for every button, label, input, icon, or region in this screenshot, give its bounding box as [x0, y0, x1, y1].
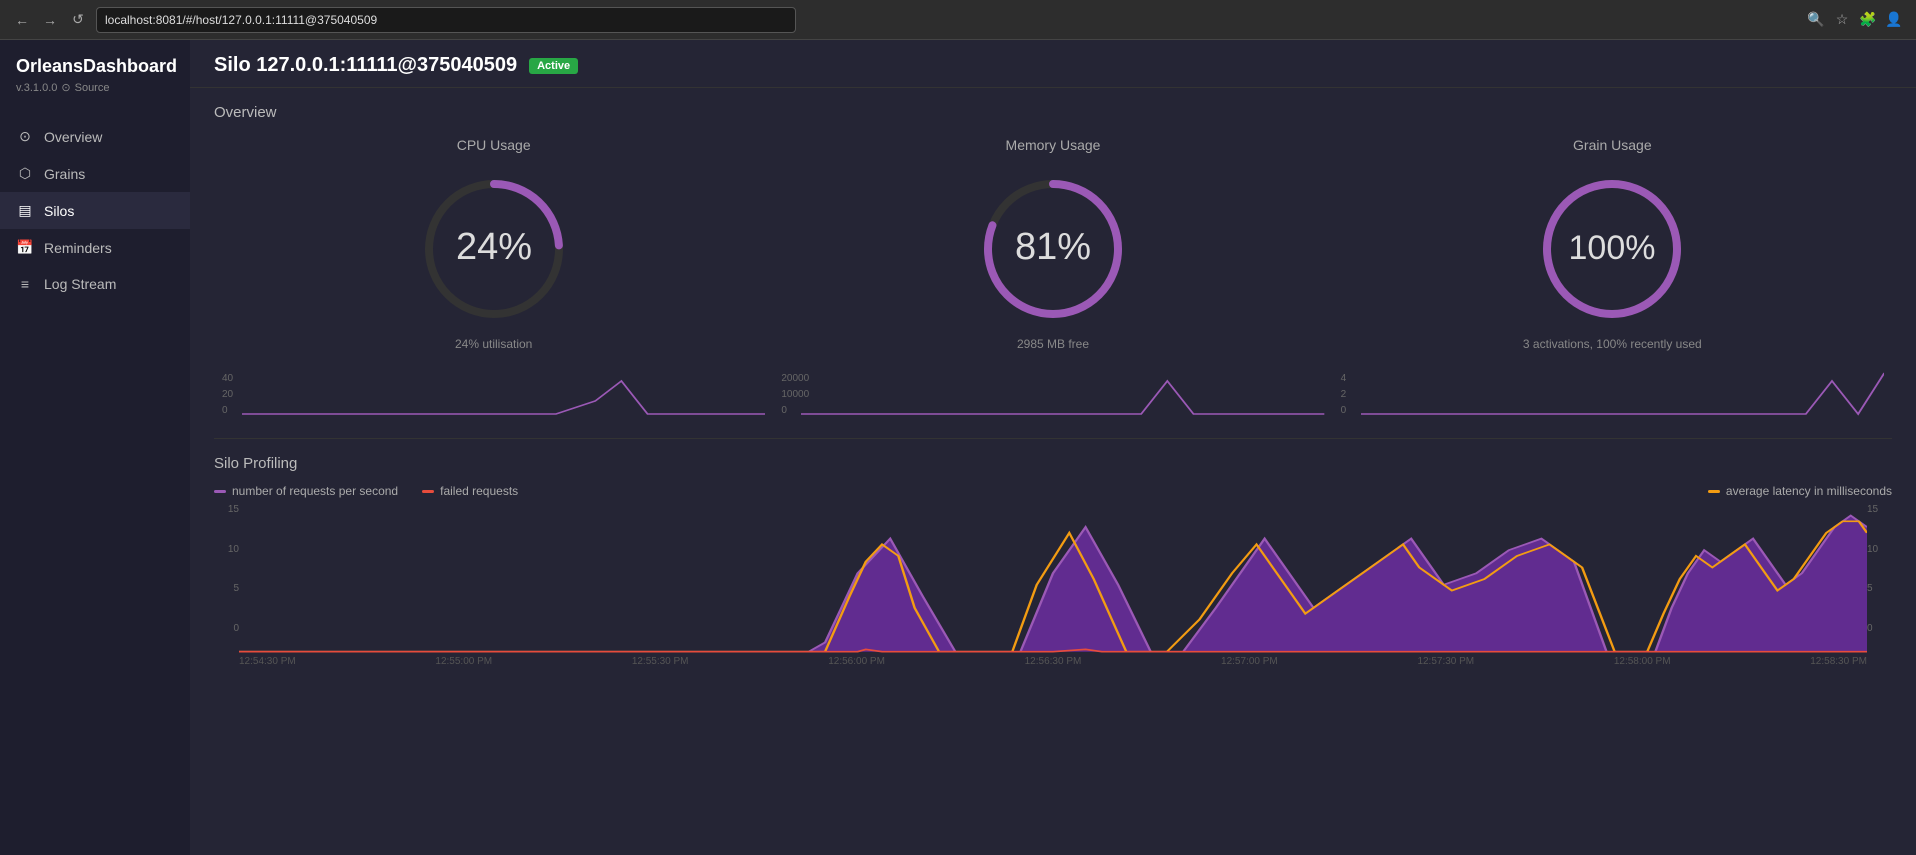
svg-text:100%: 100%: [1569, 229, 1656, 267]
profiling-chart-svg-area: [239, 504, 1867, 654]
cpu-sub: 24% utilisation: [455, 337, 532, 351]
profiling-section: Silo Profiling number of requests per se…: [190, 439, 1916, 667]
grain-label: Grain Usage: [1573, 137, 1652, 153]
browser-chrome: ← → ↺ localhost:8081/#/host/127.0.0.1:11…: [0, 0, 1916, 40]
sidebar-version: v.3.1.0.0 ⊙ Source: [16, 81, 174, 94]
grains-icon: ⬡: [16, 165, 34, 182]
overview-section: Overview CPU Usage 24% 24% utilisation M…: [190, 88, 1916, 438]
grain-mini-chart: 4 2 0: [1333, 367, 1892, 422]
sidebar-item-label: Log Stream: [44, 276, 116, 292]
extensions-icon[interactable]: 🧩: [1858, 10, 1878, 30]
bookmark-icon[interactable]: ☆: [1832, 10, 1852, 30]
sidebar-item-reminders[interactable]: 📅 Reminders: [0, 229, 190, 266]
profiling-chart-svg: [239, 504, 1867, 654]
cpu-gauge: CPU Usage 24% 24% utilisation: [214, 137, 773, 351]
status-badge: Active: [529, 58, 578, 74]
sidebar-brand: OrleansDashboard v.3.1.0.0 ⊙ Source: [0, 40, 190, 102]
svg-text:81%: 81%: [1015, 226, 1091, 268]
reminders-icon: 📅: [16, 239, 34, 256]
page-title: Silo 127.0.0.1:11111@375040509: [214, 54, 517, 77]
cpu-chart-svg: [242, 371, 765, 416]
sidebar-item-label: Grains: [44, 166, 85, 182]
grain-gauge: Grain Usage 100% 3 activations, 100% rec…: [1333, 137, 1892, 351]
memory-mini-chart: 20000 10000 0: [773, 367, 1332, 422]
sidebar-nav: ⊙ Overview ⬡ Grains ▤ Silos 📅 Reminders …: [0, 118, 190, 855]
legend-requests: number of requests per second: [214, 484, 398, 498]
memory-gauge-svg: 81%: [973, 169, 1133, 329]
page-header: Silo 127.0.0.1:11111@375040509 Active: [190, 40, 1916, 88]
overview-title: Overview: [214, 104, 1892, 121]
legend-failed-label: failed requests: [440, 484, 518, 498]
legend-latency-label: average latency in milliseconds: [1726, 484, 1892, 498]
profiling-chart-area: 15 10 5 0 15 10 5 0: [214, 504, 1892, 654]
overview-icon: ⊙: [16, 128, 34, 145]
grain-sub: 3 activations, 100% recently used: [1523, 337, 1702, 351]
main-content: Silo 127.0.0.1:11111@375040509 Active Ov…: [190, 40, 1916, 855]
sidebar-item-overview[interactable]: ⊙ Overview: [0, 118, 190, 155]
memory-label: Memory Usage: [1006, 137, 1101, 153]
url-bar[interactable]: localhost:8081/#/host/127.0.0.1:11111@37…: [96, 7, 796, 33]
sidebar-item-label: Reminders: [44, 240, 112, 256]
sidebar-item-logstream[interactable]: ≡ Log Stream: [0, 266, 190, 302]
x-axis-labels: 12:54:30 PM 12:55:00 PM 12:55:30 PM 12:5…: [214, 654, 1892, 667]
legend-failed-color: [422, 490, 434, 493]
search-icon[interactable]: 🔍: [1806, 10, 1826, 30]
legend-row: number of requests per second failed req…: [214, 484, 1892, 498]
github-icon: ⊙: [61, 81, 70, 94]
y-axis-left: 15 10 5 0: [214, 504, 239, 634]
memory-gauge: Memory Usage 81% 2985 MB free: [773, 137, 1332, 351]
sidebar-item-label: Silos: [44, 203, 74, 219]
url-text: localhost:8081/#/host/127.0.0.1:11111@37…: [105, 13, 377, 27]
reload-button[interactable]: ↺: [68, 10, 88, 30]
cpu-scale: 40 20 0: [222, 371, 233, 419]
cpu-mini-chart: 40 20 0: [214, 367, 773, 422]
svg-text:24%: 24%: [456, 226, 532, 268]
sidebar-item-silos[interactable]: ▤ Silos: [0, 192, 190, 229]
legend-requests-color: [214, 490, 226, 493]
y-axis-right: 15 10 5 0: [1867, 504, 1892, 634]
legend-latency-color: [1708, 490, 1720, 493]
gauges-row: CPU Usage 24% 24% utilisation Memory Usa…: [214, 137, 1892, 359]
browser-toolbar: 🔍 ☆ 🧩 👤: [1806, 10, 1904, 30]
sidebar-item-grains[interactable]: ⬡ Grains: [0, 155, 190, 192]
sidebar-item-label: Overview: [44, 129, 102, 145]
legend-failed: failed requests: [422, 484, 518, 498]
mini-charts-row: 40 20 0 20000 10000 0: [214, 367, 1892, 422]
memory-scale: 20000 10000 0: [781, 371, 809, 419]
grain-gauge-svg: 100%: [1532, 169, 1692, 329]
cpu-label: CPU Usage: [457, 137, 531, 153]
legend-requests-label: number of requests per second: [232, 484, 398, 498]
sidebar: OrleansDashboard v.3.1.0.0 ⊙ Source ⊙ Ov…: [0, 40, 190, 855]
brand-title: OrleansDashboard: [16, 56, 174, 77]
back-button[interactable]: ←: [12, 10, 32, 30]
legend-latency: average latency in milliseconds: [1708, 484, 1892, 498]
memory-chart-svg: [801, 371, 1324, 416]
logstream-icon: ≡: [16, 276, 34, 292]
grain-chart-svg: [1361, 371, 1884, 416]
profiling-title: Silo Profiling: [214, 455, 1892, 472]
cpu-gauge-svg: 24%: [414, 169, 574, 329]
profile-icon[interactable]: 👤: [1884, 10, 1904, 30]
memory-sub: 2985 MB free: [1017, 337, 1089, 351]
app-wrapper: OrleansDashboard v.3.1.0.0 ⊙ Source ⊙ Ov…: [0, 40, 1916, 855]
grain-scale: 4 2 0: [1341, 371, 1347, 419]
silos-icon: ▤: [16, 202, 34, 219]
forward-button[interactable]: →: [40, 10, 60, 30]
